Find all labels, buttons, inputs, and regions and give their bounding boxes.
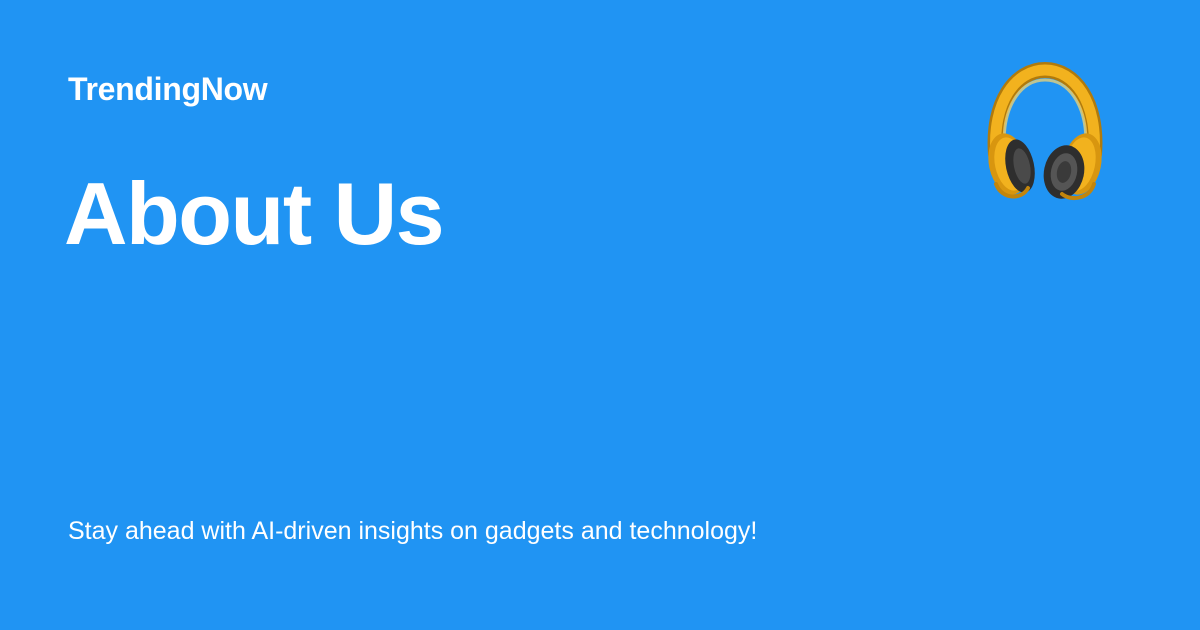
tagline-text: Stay ahead with AI-driven insights on ga… <box>68 517 758 545</box>
page-title: About Us <box>64 164 445 263</box>
headphones-icon <box>982 62 1108 202</box>
brand-name: TrendingNow <box>68 71 268 107</box>
og-card: TrendingNow About Us Stay ahead with AI-… <box>0 0 1200 630</box>
